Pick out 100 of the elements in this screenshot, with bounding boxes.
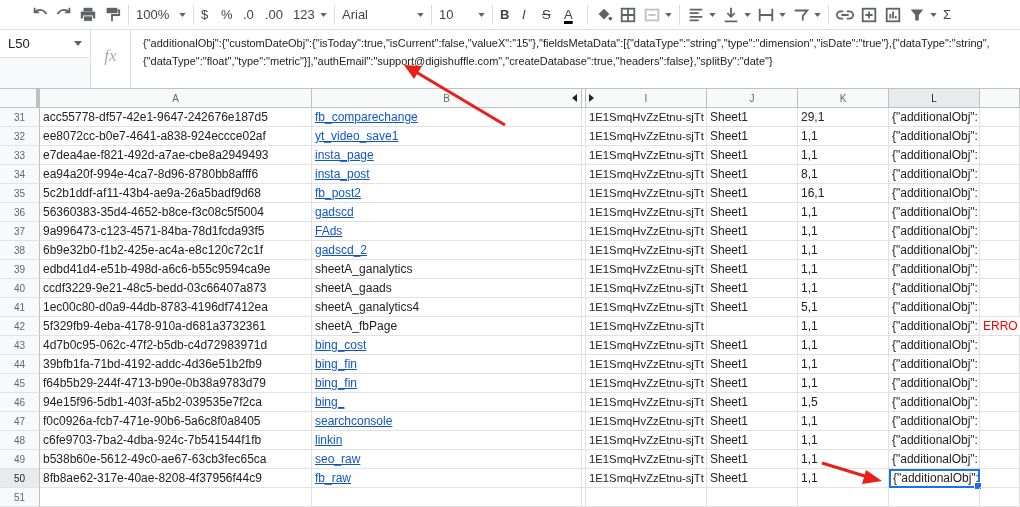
strikethrough-button[interactable]: S <box>539 2 561 27</box>
table-cell: 1E1SmqHvZzEtnu-sjTt <box>586 203 707 222</box>
row-number[interactable]: 42 <box>0 317 40 336</box>
row-number[interactable]: 31 <box>0 108 40 127</box>
row-number[interactable]: 33 <box>0 146 40 165</box>
link[interactable]: insta_page <box>315 148 374 162</box>
font-size-dropdown[interactable]: 10 <box>436 2 488 27</box>
table-cell: 1,1 <box>798 203 889 222</box>
row-number[interactable]: 43 <box>0 336 40 355</box>
row-number[interactable]: 41 <box>0 298 40 317</box>
table-cell: f0c0926a-fcb7-471e-90b6-5a6c8f0a8405 <box>40 412 312 431</box>
table-cell: 1,1 <box>798 450 889 469</box>
link[interactable]: bing_cost <box>315 338 367 352</box>
row-number[interactable]: 47 <box>0 412 40 431</box>
table-cell: c6fe9703-7ba2-4dba-924c-7b541544f1fb <box>40 431 312 450</box>
add-comment-icon[interactable] <box>860 5 878 24</box>
table-cell: 16,1 <box>798 184 889 203</box>
row-number[interactable]: 34 <box>0 165 40 184</box>
table-cell: Sheet1 <box>707 146 798 165</box>
decrease-decimals-button[interactable]: .0 <box>240 2 262 27</box>
link[interactable]: insta_post <box>315 167 370 181</box>
link[interactable]: yt_video_save1 <box>315 129 399 143</box>
link[interactable]: seo_raw <box>315 452 361 466</box>
row-number[interactable]: 37 <box>0 222 40 241</box>
link[interactable]: searchconsole <box>315 414 393 428</box>
bold-button[interactable]: B <box>497 2 519 27</box>
collapse-left-icon[interactable] <box>572 94 577 102</box>
empty-cell <box>980 146 1020 165</box>
empty-cell <box>980 431 1020 450</box>
column-header[interactable]: J <box>707 89 798 108</box>
link[interactable]: bing_fin <box>315 376 358 390</box>
row-number[interactable]: 51 <box>0 488 40 507</box>
table-cell: 1,1 <box>798 279 889 298</box>
table-cell: Sheet1 <box>707 184 798 203</box>
caret-icon <box>320 12 327 17</box>
row-number[interactable]: 38 <box>0 241 40 260</box>
row-number[interactable]: 46 <box>0 393 40 412</box>
column-header[interactable]: I <box>586 89 707 108</box>
row-number[interactable]: 50 <box>0 469 40 488</box>
column-header[interactable]: K <box>798 89 889 108</box>
caret-icon <box>744 12 751 17</box>
link[interactable]: bing_fin <box>315 357 358 371</box>
table-cell: sheetA_ganalytics <box>312 260 582 279</box>
row-number[interactable]: 49 <box>0 450 40 469</box>
column-header[interactable]: B <box>312 89 582 108</box>
table-cell: Sheet1 <box>707 298 798 317</box>
row-number[interactable]: 45 <box>0 374 40 393</box>
percent-format-button[interactable]: % <box>218 2 240 27</box>
table-cell: acc55778-df57-42e1-9647-242676e187d5 <box>40 108 312 127</box>
row-number[interactable]: 48 <box>0 431 40 450</box>
empty-cell <box>980 279 1020 298</box>
table-cell: Sheet1 <box>707 241 798 260</box>
link[interactable]: FAds <box>315 224 343 238</box>
number-format-dropdown[interactable]: 123 <box>290 2 330 27</box>
table-cell: 1,1 <box>798 317 889 336</box>
link[interactable]: bing_ <box>315 395 345 409</box>
caret-icon <box>709 12 716 17</box>
borders-icon[interactable] <box>619 5 637 24</box>
row-number[interactable]: 40 <box>0 279 40 298</box>
column-header[interactable]: A <box>40 89 312 108</box>
row-number[interactable]: 44 <box>0 355 40 374</box>
link[interactable]: fb_post2 <box>315 186 362 200</box>
currency-format-button[interactable]: $ <box>198 2 218 27</box>
row-number[interactable]: 32 <box>0 127 40 146</box>
functions-button[interactable]: Σ <box>940 2 962 27</box>
zoom-dropdown[interactable]: 100% <box>133 2 189 27</box>
caret-icon <box>74 41 82 46</box>
row-number[interactable]: 39 <box>0 260 40 279</box>
table-cell: {"additionalObj": <box>889 412 980 431</box>
table-cell: Sheet1 <box>707 393 798 412</box>
row-number[interactable]: 35 <box>0 184 40 203</box>
print-icon[interactable] <box>79 5 97 24</box>
table-cell: {"additionalObj": <box>889 165 980 184</box>
empty-cell <box>980 165 1020 184</box>
table-cell: {"additionalObj": <box>889 431 980 450</box>
link[interactable]: gadscd_2 <box>315 243 368 257</box>
table-cell: Sheet1 <box>707 431 798 450</box>
italic-button[interactable]: I <box>519 2 539 27</box>
link[interactable]: gadscd <box>315 205 354 219</box>
table-cell: 1E1SmqHvZzEtnu-sjTt <box>586 469 707 488</box>
empty-cell <box>980 241 1020 260</box>
align-bottom-icon[interactable] <box>722 5 740 24</box>
link[interactable]: fb_comparechange <box>315 110 418 124</box>
empty-cell <box>980 184 1020 203</box>
table-cell[interactable]: {"additionalObj": <box>889 469 980 488</box>
chart-icon[interactable] <box>884 5 902 24</box>
table-cell: {"additionalObj": <box>889 222 980 241</box>
font-dropdown[interactable]: Arial <box>339 2 427 27</box>
table-cell: 5,1 <box>798 298 889 317</box>
column-header[interactable]: L <box>889 89 980 108</box>
link[interactable]: fb_raw <box>315 471 352 485</box>
increase-decimals-button[interactable]: .00 <box>262 2 290 27</box>
row-number[interactable]: 36 <box>0 203 40 222</box>
table-cell: 8fb8ae62-317e-40ae-8208-4f37956f44c9 <box>40 469 312 488</box>
link[interactable]: linkin <box>315 433 343 447</box>
table-cell: {"additionalObj": <box>889 298 980 317</box>
expand-right-icon[interactable] <box>589 94 594 102</box>
table-cell: 1E1SmqHvZzEtnu-sjTt <box>586 336 707 355</box>
table-cell: {"additionalObj": <box>889 336 980 355</box>
text-color-button[interactable]: A <box>561 2 583 27</box>
